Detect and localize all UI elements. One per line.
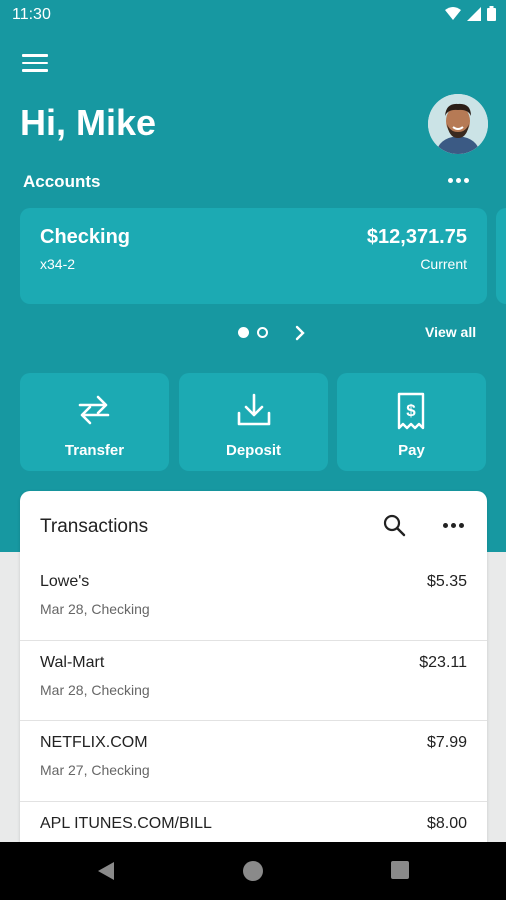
status-time: 11:30 <box>12 6 51 23</box>
pay-label: Pay <box>398 442 425 459</box>
transactions-more-icon[interactable] <box>439 513 467 537</box>
transaction-amount: $7.99 <box>426 734 467 751</box>
transactions-title: Transactions <box>40 516 149 537</box>
status-bar: 11:30 <box>0 0 506 32</box>
account-balance-type: Current <box>420 256 467 272</box>
view-all-link[interactable]: View all <box>425 324 476 340</box>
svg-text:$: $ <box>406 401 416 420</box>
transaction-merchant: Lowe's <box>40 573 90 590</box>
pay-button[interactable]: $ Pay <box>337 373 486 471</box>
account-name: Checking <box>40 226 131 248</box>
transaction-row[interactable]: Lowe's Mar 28, Checking $5.35 <box>20 560 487 641</box>
search-icon[interactable] <box>382 513 406 537</box>
status-icons <box>445 6 496 21</box>
next-account-card-peek[interactable] <box>496 208 506 304</box>
wifi-icon <box>445 6 461 20</box>
transfer-icon <box>78 395 110 425</box>
pay-icon: $ <box>397 392 425 430</box>
account-card-checking[interactable]: Checking x34-2 $12,371.75 Current <box>20 208 487 304</box>
transactions-card: Transactions Lowe's Mar 28, Checking $5.… <box>20 491 487 851</box>
transaction-amount: $23.11 <box>419 654 467 671</box>
deposit-button[interactable]: Deposit <box>179 373 328 471</box>
avatar[interactable] <box>428 94 488 154</box>
signal-icon <box>467 6 481 21</box>
menu-icon[interactable] <box>22 54 48 76</box>
transaction-merchant: Wal-Mart <box>40 654 105 671</box>
transaction-meta: Mar 27, Checking <box>40 762 150 778</box>
account-balance: $12,371.75 <box>366 226 467 248</box>
battery-icon <box>487 6 496 21</box>
back-icon[interactable] <box>96 860 116 882</box>
chevron-right-icon[interactable] <box>292 324 308 342</box>
accounts-label: Accounts <box>23 172 101 191</box>
transaction-meta: Mar 28, Checking <box>40 601 150 617</box>
deposit-icon <box>237 393 271 426</box>
recents-icon[interactable] <box>390 860 410 880</box>
deposit-label: Deposit <box>225 442 281 459</box>
transfer-label: Transfer <box>64 442 125 459</box>
carousel-dot-active[interactable] <box>238 327 249 338</box>
transaction-amount: $5.35 <box>426 573 467 590</box>
transaction-row[interactable]: Wal-Mart Mar 28, Checking $23.11 <box>20 640 487 721</box>
account-number: x34-2 <box>40 256 76 272</box>
transaction-meta: Mar 28, Checking <box>40 682 150 698</box>
accounts-more-icon[interactable] <box>444 168 472 192</box>
carousel-dot[interactable] <box>257 327 268 338</box>
transfer-button[interactable]: Transfer <box>20 373 169 471</box>
transaction-amount: $8.00 <box>426 815 467 832</box>
transaction-merchant: APL ITUNES.COM/BILL <box>40 815 212 832</box>
home-icon[interactable] <box>242 860 264 882</box>
navigation-bar <box>0 842 506 900</box>
transaction-merchant: NETFLIX.COM <box>40 734 148 751</box>
greeting: Hi, Mike <box>20 102 157 143</box>
transaction-row[interactable]: NETFLIX.COM Mar 27, Checking $7.99 <box>20 720 487 801</box>
